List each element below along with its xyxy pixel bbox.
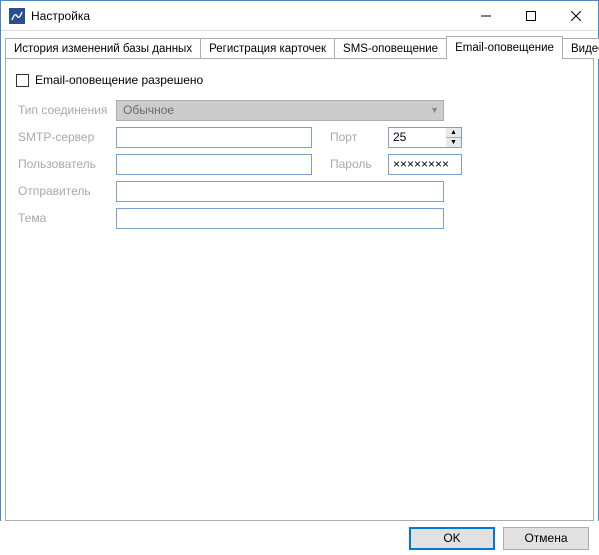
connection-type-select[interactable]: Обычное ▼ bbox=[116, 100, 444, 121]
chevron-down-icon: ▼ bbox=[430, 105, 439, 115]
ok-button[interactable]: OK bbox=[409, 527, 495, 550]
enable-email-row: Email-оповещение разрешено bbox=[16, 73, 583, 87]
sender-input[interactable] bbox=[116, 181, 444, 202]
enable-email-label: Email-оповещение разрешено bbox=[35, 73, 203, 87]
connection-type-value: Обычное bbox=[123, 103, 174, 117]
user-input[interactable] bbox=[116, 154, 312, 175]
sender-label: Отправитель bbox=[16, 184, 116, 198]
subject-label: Тема bbox=[16, 211, 116, 225]
app-icon bbox=[9, 8, 25, 24]
minimize-button[interactable] bbox=[463, 1, 508, 31]
tab-history[interactable]: История изменений базы данных bbox=[5, 38, 201, 59]
window-title: Настройка bbox=[31, 9, 463, 23]
password-input[interactable] bbox=[388, 154, 462, 175]
port-spin-up-button[interactable]: ▲ bbox=[446, 128, 461, 138]
port-label: Порт bbox=[330, 130, 388, 144]
dialog-button-bar: OK Отмена bbox=[0, 521, 599, 555]
email-panel: Email-оповещение разрешено Тип соединени… bbox=[5, 59, 594, 521]
port-spin-down-button[interactable]: ▼ bbox=[446, 138, 461, 147]
port-spinner: ▲ ▼ bbox=[388, 127, 462, 148]
smtp-server-input[interactable] bbox=[116, 127, 312, 148]
port-input[interactable] bbox=[388, 127, 446, 148]
smtp-server-label: SMTP-сервер bbox=[16, 130, 116, 144]
enable-email-checkbox[interactable] bbox=[16, 74, 29, 87]
tab-card-registration[interactable]: Регистрация карточек bbox=[200, 38, 335, 59]
tab-email-notification[interactable]: Email-оповещение bbox=[446, 36, 563, 59]
cancel-button[interactable]: Отмена bbox=[503, 527, 589, 550]
maximize-button[interactable] bbox=[508, 1, 553, 31]
titlebar: Настройка bbox=[1, 1, 598, 31]
tab-video[interactable]: Видео bbox=[562, 38, 599, 59]
close-button[interactable] bbox=[553, 1, 598, 31]
user-label: Пользователь bbox=[16, 157, 116, 171]
tab-strip: История изменений базы данных Регистраци… bbox=[5, 35, 594, 59]
password-label: Пароль bbox=[330, 157, 388, 171]
connection-type-label: Тип соединения bbox=[16, 103, 116, 117]
subject-input[interactable] bbox=[116, 208, 444, 229]
tab-sms-notification[interactable]: SMS-оповещение bbox=[334, 38, 447, 59]
